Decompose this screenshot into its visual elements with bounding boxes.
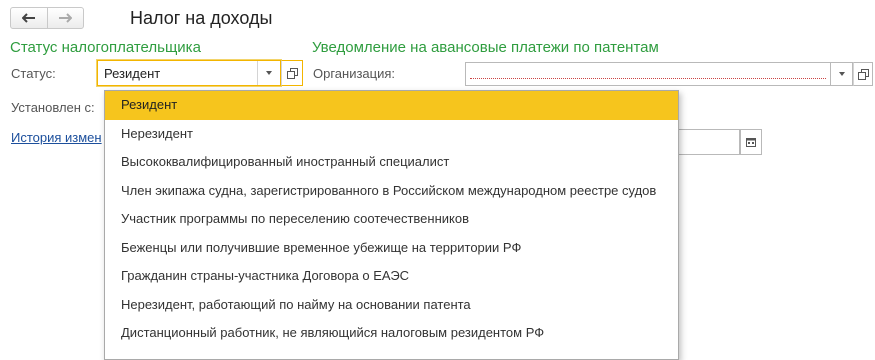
arrow-left-icon [21,13,35,23]
chevron-down-icon [838,72,845,76]
required-field-underline [470,78,826,79]
status-option-nonresident[interactable]: Нерезидент [105,120,678,149]
status-option-resident[interactable]: Резидент [105,91,678,120]
back-button[interactable] [11,8,47,28]
status-select[interactable]: Резидент [97,60,281,86]
status-option-patent-nonresident[interactable]: Нерезидент, работающий по найму на основ… [105,291,678,320]
calendar-button[interactable] [740,129,762,155]
forward-button[interactable] [46,8,84,28]
advance-notice-section-title: Уведомление на авансовые платежи по пате… [312,39,659,56]
status-open-button[interactable] [281,60,303,86]
status-label: Статус: [11,66,56,81]
chevron-down-icon [266,71,272,75]
history-link[interactable]: История измен [11,130,102,145]
status-dropdown-list: Резидент Нерезидент Высококвалифицирован… [104,90,679,360]
navigation-buttons [10,7,84,29]
status-dropdown-button[interactable] [257,61,280,85]
taxpayer-status-section-title: Статус налогоплательщика [10,39,201,56]
organization-dropdown-button[interactable] [831,62,853,86]
status-option-eaeu-citizen[interactable]: Гражданин страны-участника Договора о ЕА… [105,262,678,291]
open-form-icon [286,67,298,79]
set-since-label: Установлен с: [11,100,95,115]
organization-open-button[interactable] [853,62,873,86]
open-form-icon [857,68,869,80]
status-option-remote-worker[interactable]: Дистанционный работник, не являющийся на… [105,319,678,348]
calendar-icon [746,138,756,147]
arrow-right-icon [59,13,73,23]
page-title: Налог на доходы [130,8,273,28]
status-select-value: Резидент [104,66,161,81]
status-option-highly-qualified-specialist[interactable]: Высококвалифицированный иностранный спец… [105,148,678,177]
status-option-ship-crew-member[interactable]: Член экипажа судна, зарегистрированного … [105,177,678,206]
status-option-refugees[interactable]: Беженцы или получившие временное убежище… [105,234,678,263]
status-option-resettlement-program[interactable]: Участник программы по переселению соотеч… [105,205,678,234]
date-field[interactable] [676,129,740,155]
organization-field[interactable] [465,62,831,86]
organization-label: Организация: [313,66,396,81]
